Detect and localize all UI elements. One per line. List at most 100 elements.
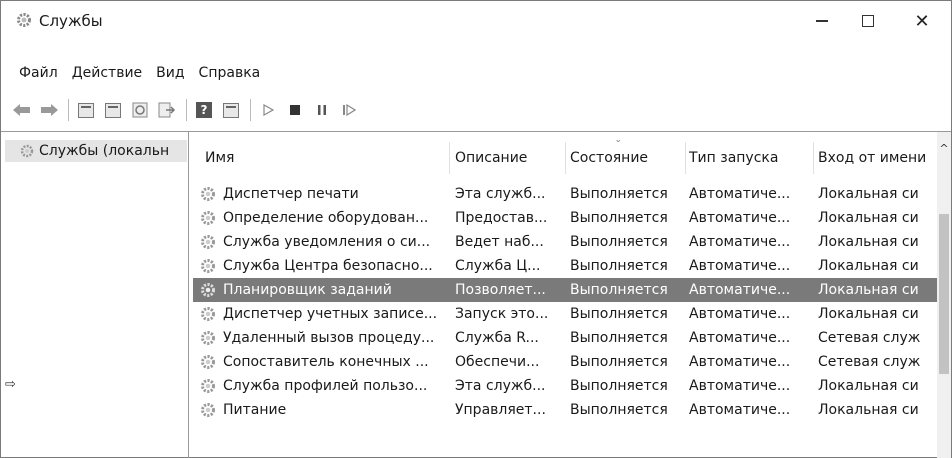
vertical-scrollbar[interactable]: ^ <box>937 132 951 458</box>
service-gear-icon <box>201 403 215 417</box>
cell-status: Выполняется <box>570 330 668 346</box>
service-gear-icon <box>201 307 215 321</box>
minimize-button[interactable] <box>799 1 845 41</box>
menu-action[interactable]: Действие <box>65 61 149 85</box>
services-gear-icon <box>20 144 34 158</box>
cell-startup-type: Автоматиче... <box>689 210 791 226</box>
service-gear-icon <box>201 187 215 201</box>
cell-status: Выполняется <box>570 306 668 322</box>
cell-log-on-as: Локальная си <box>818 282 919 298</box>
cell-name: Служба уведомления о си... <box>223 234 431 250</box>
cell-startup-type: Автоматиче... <box>689 330 791 346</box>
menu-help[interactable]: Справка <box>192 61 268 85</box>
cell-log-on-as: Сетевая служ <box>818 354 921 370</box>
cell-log-on-as: Сетевая служ <box>818 330 921 346</box>
column-header-name[interactable]: Имя <box>195 142 445 174</box>
minimize-icon <box>816 20 828 22</box>
close-icon: ✕ <box>914 10 930 32</box>
cell-log-on-as: Локальная си <box>818 378 919 394</box>
table-row[interactable]: Служба профилей пользо... Эта служб... Вып… <box>193 374 938 398</box>
tree-item-services-local[interactable]: Службы (локальн <box>5 140 187 162</box>
cell-description: Ведет наб... <box>455 234 544 250</box>
refresh-icon[interactable] <box>129 99 151 121</box>
export-icon[interactable] <box>156 99 178 121</box>
cell-description: Позволяет... <box>455 282 546 298</box>
column-header-description[interactable]: Описание <box>455 142 565 174</box>
table-row[interactable]: Служба Центра безопасно... Служба Ц... Вып… <box>193 254 938 278</box>
service-gear-icon <box>201 235 215 249</box>
service-gear-icon <box>201 211 215 225</box>
properties-icon[interactable] <box>102 99 124 121</box>
cell-startup-type: Автоматиче... <box>689 378 791 394</box>
cell-status: Выполняется <box>570 402 668 418</box>
maximize-icon <box>862 15 874 27</box>
tree-item-label: Службы (локальн <box>39 143 170 159</box>
window-title: Службы <box>39 12 103 30</box>
stop-icon[interactable] <box>284 99 306 121</box>
cell-name: Диспетчер учетных записе... <box>223 306 438 322</box>
toolbar-separator <box>186 99 187 121</box>
menu-file[interactable]: Файл <box>1 61 65 85</box>
cell-description: Эта служб... <box>455 378 546 394</box>
cell-startup-type: Автоматиче... <box>689 402 791 418</box>
toolbar-separator <box>250 99 251 121</box>
scroll-up-icon[interactable]: ^ <box>937 142 951 156</box>
services-table: ˅ Имя Описание Состояние Тип запуска Вхо… <box>193 132 951 458</box>
table-row[interactable]: Питание Управляет... Выполняется Автоматиче… <box>193 398 938 422</box>
services-gear-icon <box>17 13 31 27</box>
cell-description: Обеспечи... <box>455 354 540 370</box>
table-row[interactable]: Удаленный вызов процеду... Служба R... Вып… <box>193 326 938 350</box>
service-gear-icon <box>201 283 215 297</box>
scroll-thumb[interactable] <box>939 214 949 374</box>
table-row[interactable]: Планировщик заданий Позволяет... Выполняет… <box>193 278 938 302</box>
service-gear-icon <box>201 355 215 369</box>
column-header-startup-type[interactable]: Тип запуска <box>689 142 813 174</box>
column-header-status[interactable]: Состояние <box>570 142 685 174</box>
header-divider <box>685 142 686 174</box>
cell-name: Удаленный вызов процеду... <box>223 330 435 346</box>
header-divider <box>449 142 450 174</box>
maximize-button[interactable] <box>845 1 891 41</box>
cell-startup-type: Автоматиче... <box>689 282 791 298</box>
service-gear-icon <box>201 379 215 393</box>
cell-description: Служба R... <box>455 330 539 346</box>
cell-log-on-as: Локальная си <box>818 186 919 202</box>
header-divider <box>565 142 566 174</box>
table-row[interactable]: Диспетчер учетных записе... Запуск это...… <box>193 302 938 326</box>
cell-name: Диспетчер печати <box>223 186 359 202</box>
cell-description: Запуск это... <box>455 306 549 322</box>
cell-log-on-as: Локальная си <box>818 306 919 322</box>
restart-icon[interactable] <box>338 99 360 121</box>
menu-view[interactable]: Вид <box>149 61 191 85</box>
services-window: Службы ✕ Файл Действие Вид Справка ? Слу… <box>0 0 952 458</box>
table-row[interactable]: Сопоставитель конечных ... Обеспечи... Вып… <box>193 350 938 374</box>
cell-description: Эта служб... <box>455 186 546 202</box>
column-header-log-on-as[interactable]: Вход от имени <box>818 142 936 174</box>
cell-log-on-as: Локальная си <box>818 258 919 274</box>
cell-name: Служба профилей пользо... <box>223 378 428 394</box>
view-icon[interactable] <box>220 99 242 121</box>
console-tree-pane: Службы (локальн ⇨ <box>1 132 189 458</box>
cell-status: Выполняется <box>570 282 668 298</box>
pause-icon[interactable] <box>311 99 333 121</box>
cell-log-on-as: Локальная си <box>818 210 919 226</box>
forward-arrow-icon[interactable] <box>38 99 60 121</box>
cell-status: Выполняется <box>570 354 668 370</box>
back-arrow-icon[interactable] <box>11 99 33 121</box>
title-bar: Службы ✕ <box>1 1 951 41</box>
cell-status: Выполняется <box>570 186 668 202</box>
menu-bar: Файл Действие Вид Справка <box>1 61 267 85</box>
service-gear-icon <box>201 331 215 345</box>
cell-log-on-as: Локальная си <box>818 402 919 418</box>
cell-startup-type: Автоматиче... <box>689 258 791 274</box>
table-row[interactable]: Служба уведомления о си... Ведет наб... Вы… <box>193 230 938 254</box>
help-icon[interactable]: ? <box>193 99 215 121</box>
cell-startup-type: Автоматиче... <box>689 234 791 250</box>
cell-status: Выполняется <box>570 210 668 226</box>
console-tree-icon[interactable] <box>75 99 97 121</box>
table-row[interactable]: Диспетчер печати Эта служб... Выполняется А… <box>193 182 938 206</box>
play-icon[interactable] <box>257 99 279 121</box>
close-button[interactable]: ✕ <box>899 1 945 41</box>
table-row[interactable]: Определение оборудован... Предостав... Вып… <box>193 206 938 230</box>
resize-cursor-icon: ⇨ <box>5 377 16 392</box>
